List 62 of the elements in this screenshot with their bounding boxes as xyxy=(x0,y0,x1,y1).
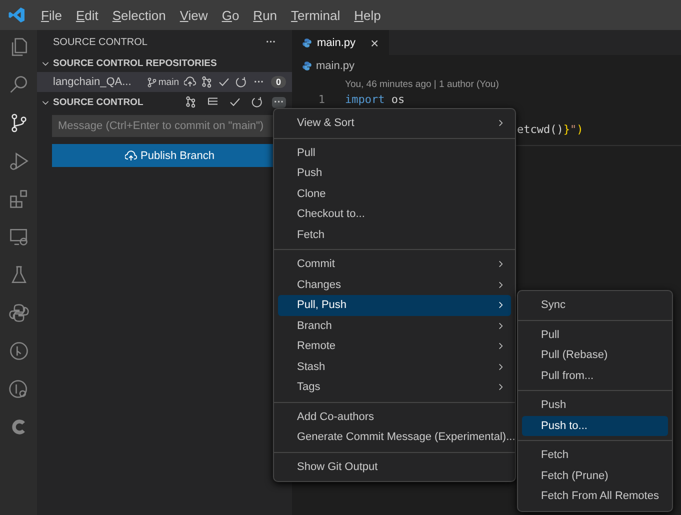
close-icon[interactable]: × xyxy=(370,34,379,50)
menu-item[interactable]: Help xyxy=(347,8,388,22)
menu-item[interactable]: Fetch xyxy=(522,445,668,466)
branch-circle-icon[interactable] xyxy=(8,339,30,363)
graph-icon[interactable] xyxy=(185,96,197,108)
breadcrumb-item[interactable]: main.py xyxy=(316,60,355,72)
menu-item[interactable]: Fetch (Prune) xyxy=(522,466,668,486)
menu-item[interactable]: Push to... xyxy=(522,416,668,436)
menu-item[interactable]: File xyxy=(34,8,69,22)
menu-item[interactable]: Pull, Push xyxy=(278,295,511,316)
sidebar-title: SOURCE CONTROL xyxy=(53,36,148,48)
menu-item[interactable]: Edit xyxy=(68,8,106,22)
menu-item[interactable]: Remote xyxy=(278,336,511,356)
branch-search-icon[interactable] xyxy=(8,377,30,401)
section-header[interactable]: SOURCE CONTROL xyxy=(53,96,182,108)
branch-label[interactable]: main xyxy=(147,76,179,88)
section-header[interactable]: SOURCE CONTROL REPOSITORIES xyxy=(53,58,286,68)
cloud-upload-icon xyxy=(124,150,136,162)
menu-item[interactable]: Clone xyxy=(278,184,511,204)
menu-item[interactable]: Changes xyxy=(278,274,511,295)
menu-item[interactable]: Show Git Output xyxy=(278,456,511,477)
menu-item[interactable]: Run xyxy=(246,8,284,22)
code-line: etcwd()}") xyxy=(517,122,584,136)
menu-item[interactable]: Pull xyxy=(522,324,668,345)
menu-item[interactable]: Go xyxy=(214,8,246,22)
more-button[interactable]: ··· xyxy=(272,96,286,108)
menu-item[interactable]: Branch xyxy=(278,316,511,336)
graph-icon[interactable] xyxy=(200,76,213,88)
refresh-icon[interactable] xyxy=(251,96,263,108)
refresh-icon[interactable] xyxy=(234,76,247,88)
menu-item[interactable]: Fetch xyxy=(278,224,511,245)
menu-item[interactable]: Sync xyxy=(522,295,668,316)
menu-item[interactable]: Tags xyxy=(278,377,511,398)
git-blame-annotation: You, 46 minutes ago | 1 author (You) xyxy=(344,78,500,91)
commit-icon[interactable] xyxy=(229,96,241,108)
menu-item[interactable]: Commit xyxy=(278,254,511,274)
changes-count-badge: 0 xyxy=(270,76,286,88)
repository-name: langchain_QA... xyxy=(53,76,132,88)
app-logo-icon xyxy=(8,6,26,24)
menu-item[interactable]: Checkout to... xyxy=(278,204,511,224)
python-file-icon xyxy=(302,61,312,71)
repository-row[interactable]: langchain_QA... main ··· 0 xyxy=(37,72,292,92)
branch-icon xyxy=(147,76,158,88)
extensions-icon[interactable] xyxy=(8,187,30,211)
editor-tab[interactable]: main.py × xyxy=(292,30,389,55)
menu-item[interactable]: Add Co-authors xyxy=(278,406,511,427)
menu-item[interactable]: Push xyxy=(522,395,668,416)
menu-item[interactable]: Pull from... xyxy=(522,366,668,386)
menu-item[interactable]: Terminal xyxy=(284,8,348,22)
code-line: import os xyxy=(345,92,405,106)
commit-icon[interactable] xyxy=(218,76,230,88)
line-number: 1 xyxy=(317,92,326,106)
python-file-icon xyxy=(302,38,312,48)
python-icon[interactable] xyxy=(8,301,30,325)
menu-item[interactable]: Pull (Rebase) xyxy=(522,345,668,366)
more-button[interactable]: ··· xyxy=(264,36,278,48)
menu-item[interactable]: Stash xyxy=(278,356,511,377)
menu-item[interactable]: Selection xyxy=(105,8,173,22)
menu-item[interactable]: Fetch From All Remotes xyxy=(522,486,668,506)
cloud-upload-icon[interactable] xyxy=(184,76,196,88)
more-button[interactable]: ··· xyxy=(252,76,266,88)
menu-item[interactable]: View xyxy=(172,8,215,22)
